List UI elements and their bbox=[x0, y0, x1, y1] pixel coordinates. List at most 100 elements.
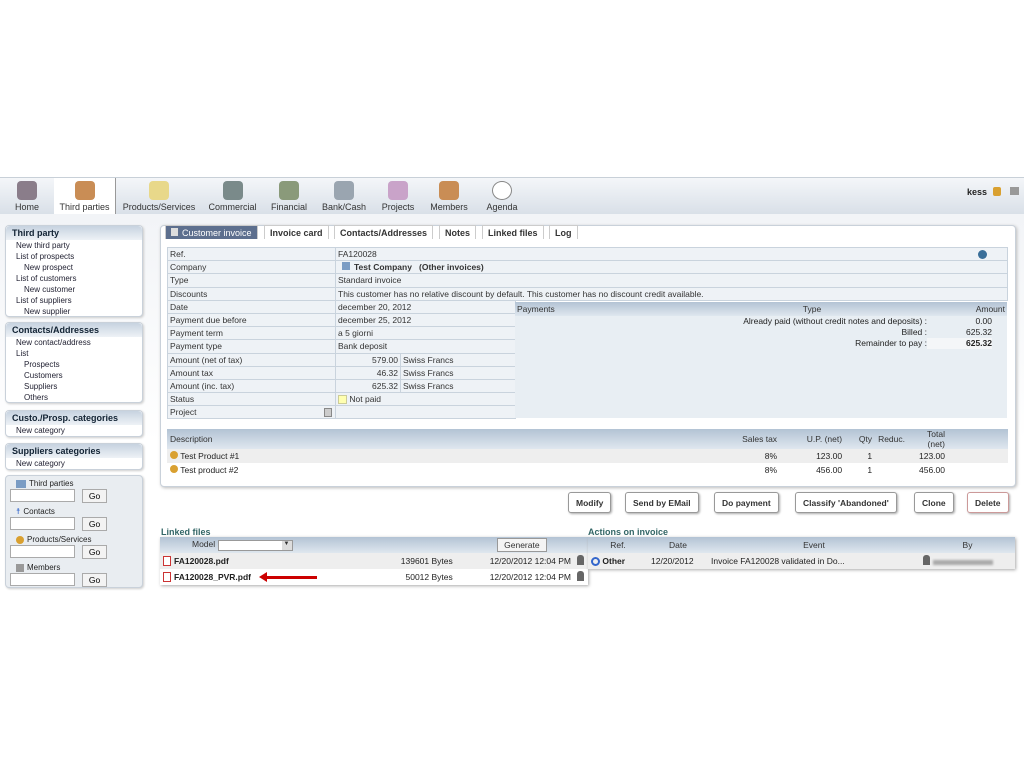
tab-contacts[interactable]: Contacts/Addresses bbox=[334, 225, 434, 239]
clock-icon bbox=[492, 181, 512, 200]
member-icon bbox=[16, 563, 24, 572]
menu-agenda[interactable]: Agenda bbox=[484, 178, 520, 215]
payments-panel: Payments Type Amount Already paid (witho… bbox=[515, 302, 1007, 418]
go-button[interactable]: Go bbox=[82, 573, 107, 587]
top-menu-bar: Home Third parties Products/Services Com… bbox=[0, 177, 1024, 215]
menu-bank[interactable]: Bank/Cash bbox=[320, 178, 368, 215]
user-icon bbox=[923, 555, 930, 565]
company-link[interactable]: Test Company bbox=[354, 262, 412, 272]
tab-log[interactable]: Log bbox=[549, 225, 578, 239]
table-row[interactable]: Test Product #1 8% 123.00 1 123.00 bbox=[167, 449, 1008, 463]
modify-button[interactable]: Modify bbox=[568, 492, 612, 513]
pdf-icon bbox=[163, 572, 171, 583]
money-icon bbox=[279, 181, 299, 200]
menu-third-parties[interactable]: Third parties bbox=[54, 178, 116, 215]
product-icon bbox=[170, 451, 178, 459]
sidebar-search: Third parties Go ☨ Contacts Go Products/S… bbox=[5, 475, 143, 588]
sidebar-link[interactable]: List bbox=[6, 348, 142, 359]
file-link[interactable]: FA120028.pdf bbox=[174, 556, 229, 566]
sidebar-contacts: Contacts/Addresses New contact/address L… bbox=[5, 322, 143, 403]
go-button[interactable]: Go bbox=[82, 489, 107, 503]
linked-files-table: Model ▼ Generate FA120028.pdf 139601 Bytes… bbox=[160, 537, 588, 585]
status-unpaid-icon bbox=[338, 395, 347, 405]
sidebar-link[interactable]: New category bbox=[6, 425, 142, 436]
do-payment-button[interactable]: Do payment bbox=[714, 492, 779, 513]
sidebar-link[interactable]: Prospects bbox=[6, 359, 142, 370]
projects-icon bbox=[388, 181, 408, 200]
clone-button[interactable]: Clone bbox=[914, 492, 954, 513]
go-button[interactable]: Go bbox=[82, 545, 107, 559]
sidebar-link[interactable]: New supplier bbox=[6, 306, 142, 317]
sidebar-link[interactable]: List of prospects bbox=[6, 251, 142, 262]
blurred-user-name bbox=[933, 560, 993, 565]
sidebar-link[interactable]: New contact/address bbox=[6, 337, 142, 348]
sidebar-link[interactable]: Suppliers bbox=[6, 381, 142, 392]
file-row[interactable]: FA120028.pdf 139601 Bytes 12/20/2012 12:04… bbox=[160, 553, 588, 569]
chevron-down-icon: ▼ bbox=[281, 540, 292, 550]
delete-file-icon[interactable] bbox=[577, 571, 584, 581]
contact-icon: ☨ bbox=[16, 507, 21, 516]
tab-linked-files[interactable]: Linked files bbox=[482, 225, 544, 239]
actions-table: Ref. Date Event By Other 12/20/2012 Invoice F… bbox=[588, 537, 1015, 569]
go-button[interactable]: Go bbox=[82, 517, 107, 531]
sidebar-link[interactable]: Customers bbox=[6, 370, 142, 381]
print-icon[interactable] bbox=[1010, 187, 1019, 195]
table-row[interactable]: Test product #2 8% 456.00 1 456.00 bbox=[167, 463, 1008, 477]
people-icon bbox=[74, 181, 95, 200]
linked-files-title: Linked files bbox=[161, 527, 211, 537]
sidebar-link[interactable]: New category bbox=[6, 458, 142, 469]
menu-members[interactable]: Members bbox=[428, 178, 470, 215]
menu-financial[interactable]: Financial bbox=[268, 178, 310, 215]
edit-icon[interactable] bbox=[324, 408, 332, 418]
sidebar-link[interactable]: Others bbox=[6, 392, 142, 403]
pdf-icon bbox=[163, 556, 171, 567]
safe-icon bbox=[334, 181, 354, 200]
file-link[interactable]: FA120028_PVR.pdf bbox=[174, 572, 251, 582]
home-icon bbox=[17, 181, 37, 200]
other-invoices-link[interactable]: (Other invoices) bbox=[419, 262, 484, 272]
invoice-lines-table: Description Sales tax U.P. (net) Qty Reduc. T… bbox=[167, 429, 1008, 477]
product-icon bbox=[170, 465, 178, 473]
tab-customer-invoice: Customer invoice bbox=[165, 225, 258, 239]
tab-notes[interactable]: Notes bbox=[439, 225, 477, 239]
generate-button[interactable]: Generate bbox=[497, 538, 547, 552]
event-icon bbox=[591, 557, 600, 567]
products-icon bbox=[149, 181, 169, 200]
menu-commercial[interactable]: Commercial bbox=[205, 178, 260, 215]
actions-title: Actions on invoice bbox=[588, 527, 669, 537]
delete-file-icon[interactable] bbox=[577, 555, 584, 565]
search-third-parties-input[interactable] bbox=[10, 489, 75, 502]
tab-invoice-card[interactable]: Invoice card bbox=[264, 225, 329, 239]
commercial-icon bbox=[222, 181, 243, 200]
invoice-icon bbox=[171, 228, 178, 236]
file-row[interactable]: FA120028_PVR.pdf 50012 Bytes 12/20/2012 1… bbox=[160, 569, 588, 585]
sidebar-third-party: Third party New third party List of pros… bbox=[5, 225, 143, 317]
next-arrow-icon[interactable] bbox=[978, 250, 987, 259]
sidebar-link[interactable]: New prospect bbox=[6, 262, 142, 273]
send-email-button[interactable]: Send by EMail bbox=[625, 492, 699, 513]
menu-home[interactable]: Home bbox=[12, 178, 42, 215]
model-select[interactable]: ▼ bbox=[217, 539, 293, 551]
logout-icon[interactable] bbox=[993, 187, 1001, 196]
building-icon bbox=[342, 262, 350, 271]
red-arrow-annotation bbox=[259, 571, 318, 582]
sidebar-link[interactable]: New customer bbox=[6, 284, 142, 295]
sidebar-link[interactable]: New third party bbox=[6, 240, 142, 251]
product-icon bbox=[16, 535, 24, 544]
members-icon bbox=[439, 181, 459, 200]
sidebar-link[interactable]: List of suppliers bbox=[6, 295, 142, 306]
search-contacts-input[interactable] bbox=[10, 517, 75, 530]
status-badge: Not paid bbox=[349, 394, 382, 405]
table-row[interactable]: Other 12/20/2012 Invoice FA120028 validate… bbox=[588, 553, 1015, 569]
user-name[interactable]: kess bbox=[967, 187, 987, 197]
menu-projects[interactable]: Projects bbox=[380, 178, 416, 215]
classify-abandoned-button[interactable]: Classify 'Abandoned' bbox=[795, 492, 897, 513]
search-members-input[interactable] bbox=[10, 573, 75, 586]
delete-button[interactable]: Delete bbox=[967, 492, 1009, 513]
sidebar-link[interactable]: List of customers bbox=[6, 273, 142, 284]
sidebar-custo-categories: Custo./Prosp. categories New category bbox=[5, 410, 143, 437]
search-products-input[interactable] bbox=[10, 545, 75, 558]
menu-products[interactable]: Products/Services bbox=[120, 178, 198, 215]
building-icon bbox=[16, 479, 26, 488]
sidebar-supplier-categories: Suppliers categories New category bbox=[5, 443, 143, 470]
